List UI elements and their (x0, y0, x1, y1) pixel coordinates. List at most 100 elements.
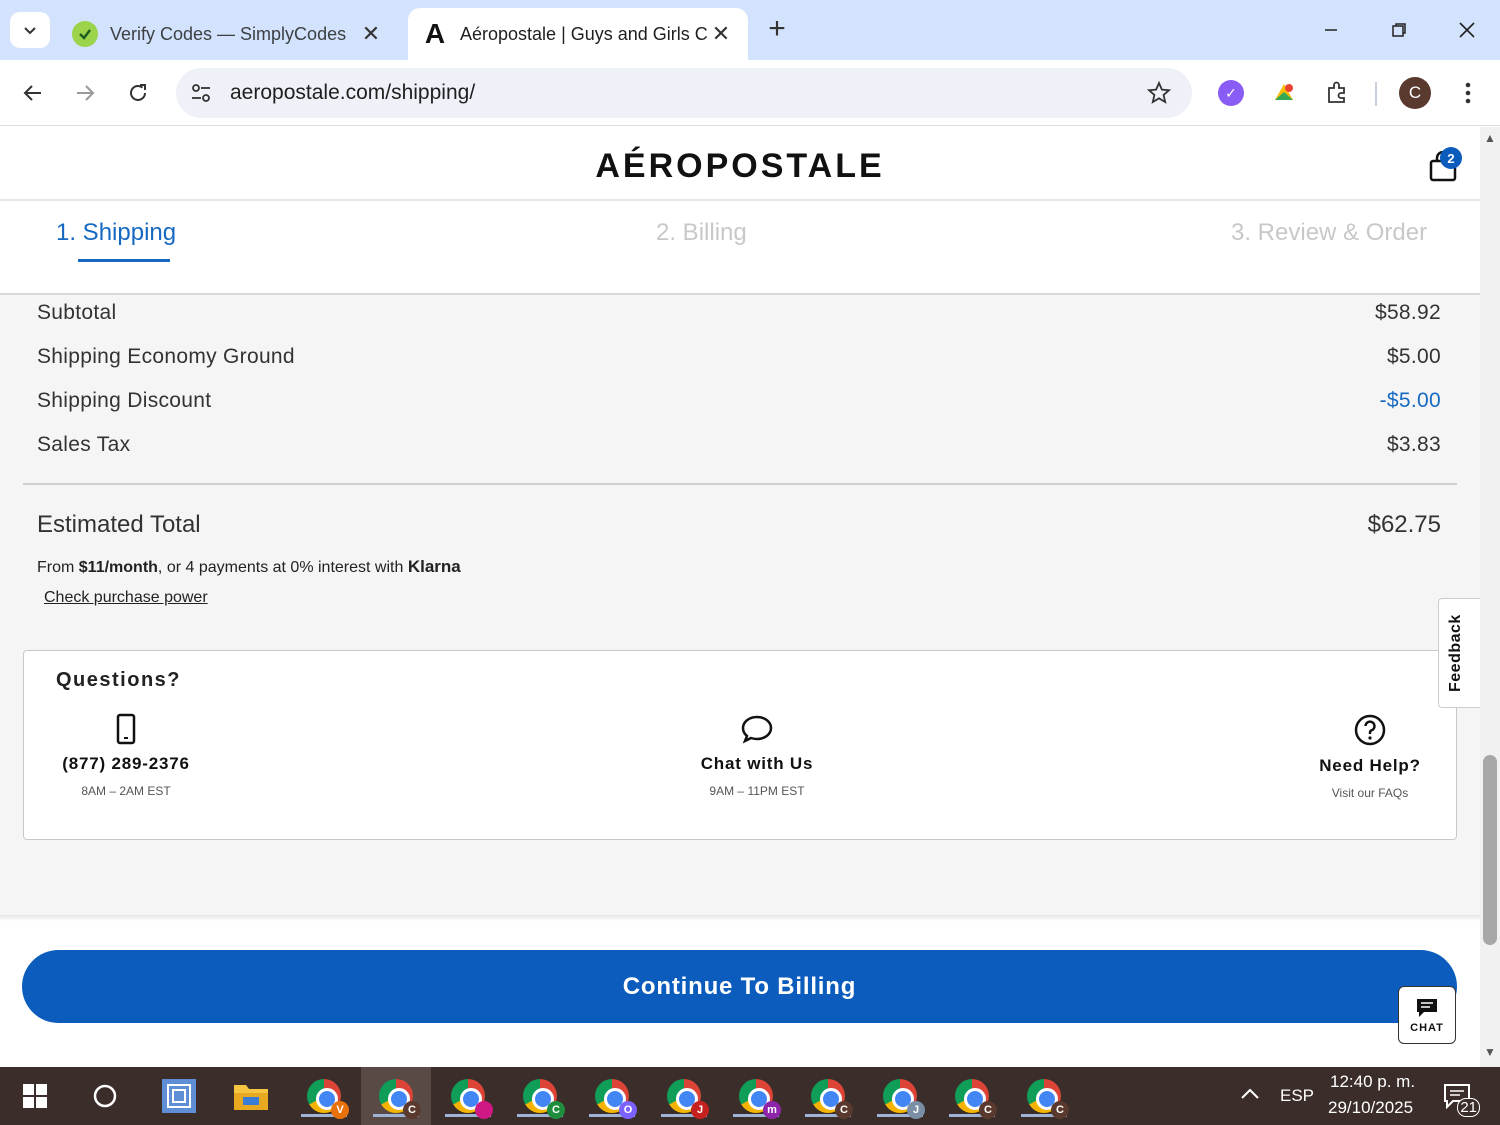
help-contact[interactable]: Need Help? Visit our FAQs (1300, 713, 1440, 800)
profile-badge: C (835, 1101, 853, 1119)
chat-widget-button[interactable]: CHAT (1398, 986, 1456, 1044)
notification-center-icon[interactable]: 21 (1436, 1075, 1480, 1117)
feedback-tab[interactable]: Feedback (1438, 598, 1480, 708)
line-value: $3.83 (1386, 433, 1441, 456)
chrome-icon: J (667, 1079, 709, 1119)
chrome-icon: C (523, 1079, 565, 1119)
restore-icon[interactable] (1366, 8, 1432, 52)
browser-menu-icon[interactable] (1452, 77, 1484, 109)
profile-badge: C (403, 1101, 421, 1119)
profile-badge: V (331, 1101, 349, 1119)
chrome-window-button[interactable]: J (877, 1075, 925, 1119)
line-value: $5.00 (1386, 345, 1441, 368)
chrome-window-button[interactable]: C (517, 1075, 565, 1119)
line-value: -$5.00 (1379, 389, 1441, 412)
chrome-window-button[interactable]: C (373, 1075, 421, 1119)
estimated-total: Estimated Total $62.75 (37, 511, 1441, 539)
chrome-window-button[interactable]: C (805, 1075, 853, 1119)
klarna-logo: Klarna (407, 557, 461, 576)
site-logo[interactable]: AÉROPOSTALE (0, 147, 1480, 186)
file-explorer-icon[interactable] (230, 1075, 272, 1117)
tab-title: Verify Codes — SimplyCodes (110, 23, 347, 44)
active-step-underline (78, 259, 170, 262)
notification-count: 21 (1457, 1098, 1480, 1117)
extension-colorful-icon[interactable] (1268, 77, 1300, 109)
address-bar[interactable]: aeropostale.com/shipping/ (176, 68, 1192, 118)
chat-widget-icon (1417, 998, 1437, 1017)
step-review-order: 3. Review & Order (1231, 219, 1428, 246)
tab-title: Aéropostale | Guys and Girls Clothing (460, 23, 708, 44)
task-view-app-icon[interactable] (158, 1075, 200, 1117)
phone-number: (877) 289-2376 (62, 754, 190, 773)
klarna-middle: , or 4 payments at 0% interest with (157, 559, 408, 576)
klarna-amount: $11/month (78, 559, 158, 576)
cart-count-badge: 2 (1440, 147, 1462, 169)
chrome-window-button[interactable]: V (301, 1075, 349, 1119)
search-circle-icon[interactable] (84, 1075, 126, 1117)
profile-badge: C (547, 1101, 565, 1119)
reload-icon[interactable] (118, 73, 158, 113)
profile-avatar[interactable]: C (1399, 77, 1431, 109)
browser-toolbar: aeropostale.com/shipping/ ✓ C (0, 60, 1500, 126)
tray-chevron-up-icon[interactable] (1240, 1085, 1260, 1105)
chrome-window-button[interactable]: m (733, 1075, 781, 1119)
questions-panel: Questions? (877) 289-2376 8AM – 2AM EST … (23, 650, 1457, 840)
summary-divider (23, 483, 1457, 485)
phone-icon (116, 713, 136, 745)
tab-bar: Verify Codes — SimplyCodes ✕ A Aéroposta… (0, 0, 1500, 60)
close-window-icon[interactable] (1434, 8, 1500, 52)
profile-badge: J (907, 1101, 925, 1119)
chrome-icon: C (955, 1079, 997, 1119)
step-shipping[interactable]: 1. Shipping (56, 219, 176, 247)
step-billing: 2. Billing (656, 219, 747, 246)
line-label: Sales Tax (37, 433, 131, 456)
profile-badge: C (979, 1101, 997, 1119)
scrollbar-thumb[interactable] (1483, 755, 1497, 945)
site-settings-icon[interactable] (190, 82, 212, 104)
tab-aeropostale[interactable]: A Aéropostale | Guys and Girls Clothing … (408, 8, 748, 60)
clock-date[interactable]: 29/10/2025 (1328, 1098, 1413, 1118)
chrome-window-button[interactable]: C (1021, 1075, 1069, 1119)
close-tab-icon[interactable]: ✕ (358, 21, 384, 47)
extension-purple-icon[interactable]: ✓ (1215, 77, 1247, 109)
chrome-icon: C (379, 1079, 421, 1119)
faq-link[interactable]: Visit our FAQs (1300, 786, 1440, 800)
extensions-puzzle-icon[interactable] (1321, 77, 1353, 109)
chrome-window-button[interactable] (445, 1075, 493, 1119)
check-purchase-power-link[interactable]: Check purchase power (44, 589, 208, 607)
total-label: Estimated Total (37, 511, 201, 538)
chat-widget-label: CHAT (1410, 1021, 1444, 1034)
chrome-window-button[interactable]: O (589, 1075, 637, 1119)
forward-icon[interactable] (65, 73, 105, 113)
chrome-window-button[interactable]: C (949, 1075, 997, 1119)
new-tab-icon[interactable]: + (760, 12, 794, 46)
windows-taskbar: V C C O Jm C J C C ESP 12:40 p. m. 29/10/2025 21 (0, 1067, 1500, 1125)
continue-to-billing-button[interactable]: Continue To Billing (22, 950, 1457, 1023)
line-value: $58.92 (1374, 301, 1441, 324)
tab-search-button[interactable] (10, 12, 50, 48)
clock-time[interactable]: 12:40 p. m. (1330, 1072, 1415, 1092)
close-tab-icon[interactable]: ✕ (708, 21, 734, 47)
phone-contact[interactable]: (877) 289-2376 8AM – 2AM EST (56, 713, 196, 798)
url-text: aeropostale.com/shipping/ (230, 81, 476, 104)
chat-contact[interactable]: Chat with Us 9AM – 11PM EST (682, 713, 832, 798)
summary-line-discount: Shipping Discount -$5.00 (37, 389, 1441, 413)
scroll-down-arrow-icon[interactable]: ▼ (1484, 1045, 1496, 1059)
chrome-icon: V (307, 1079, 349, 1119)
windows-start-icon[interactable] (14, 1075, 56, 1117)
page-scrollbar[interactable]: ▲ ▼ (1480, 127, 1500, 1067)
profile-badge: C (1051, 1101, 1069, 1119)
chrome-window-button[interactable]: J (661, 1075, 709, 1119)
chrome-icon: J (883, 1079, 925, 1119)
minimize-icon[interactable] (1298, 8, 1364, 52)
bookmark-star-icon[interactable] (1146, 80, 1172, 106)
back-icon[interactable] (13, 73, 53, 113)
tab-simplycodes[interactable]: Verify Codes — SimplyCodes ✕ (58, 8, 398, 60)
language-indicator[interactable]: ESP (1280, 1086, 1314, 1106)
scroll-up-arrow-icon[interactable]: ▲ (1484, 131, 1496, 145)
chevron-down-icon (24, 27, 36, 35)
help-label: Need Help? (1319, 756, 1421, 775)
chrome-icon: m (739, 1079, 781, 1119)
chat-bubble-icon (741, 715, 773, 744)
page-content: AÉROPOSTALE 2 1. Shipping 2. Billing 3. … (0, 127, 1480, 1067)
